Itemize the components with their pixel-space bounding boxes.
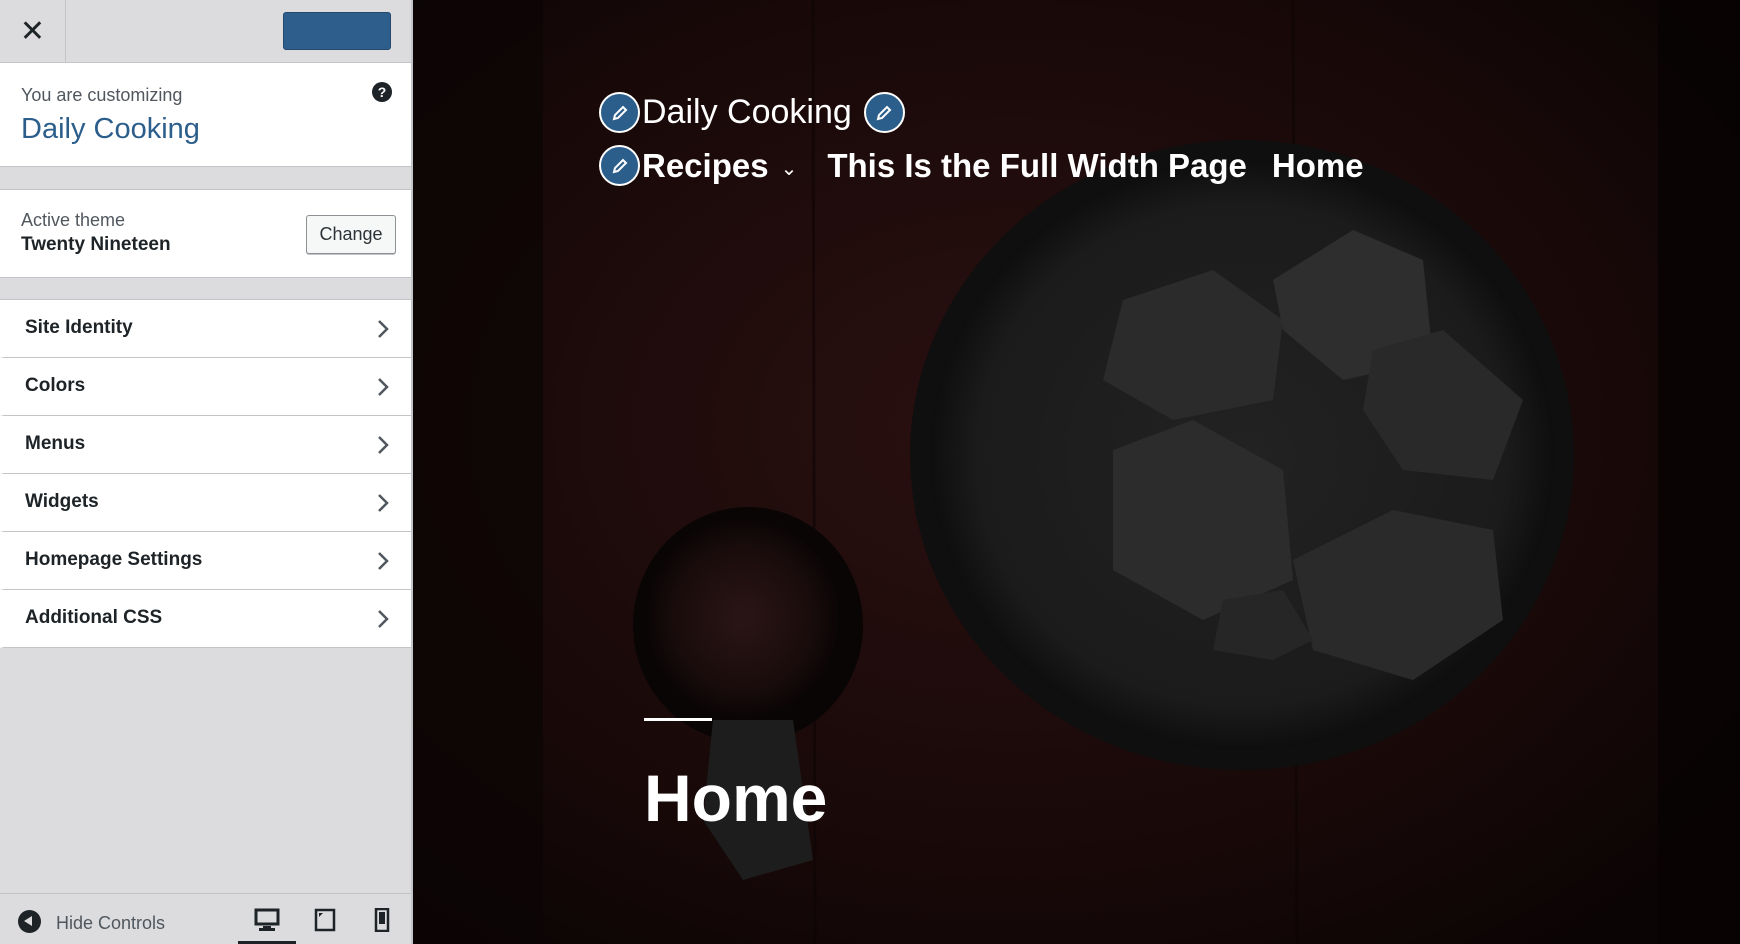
- collapse-arrow-icon: [18, 910, 41, 933]
- section-label: Colors: [25, 375, 86, 396]
- chevron-right-icon: [378, 378, 389, 396]
- edit-pencil-icon[interactable]: [599, 145, 640, 186]
- customizer-header: ✕: [0, 0, 411, 63]
- site-name: Daily Cooking: [21, 113, 200, 145]
- edit-pencil-icon[interactable]: [863, 92, 905, 133]
- chevron-right-icon: [378, 552, 389, 570]
- customizer-footer: Hide Controls: [0, 893, 411, 944]
- section-menus[interactable]: Menus: [0, 416, 411, 474]
- chevron-right-icon: [378, 610, 389, 628]
- section-colors[interactable]: Colors: [0, 358, 411, 416]
- nav-item-home[interactable]: Home: [1272, 147, 1364, 185]
- heading-divider: [644, 718, 712, 721]
- desktop-icon: [254, 908, 280, 931]
- section-label: Menus: [25, 433, 86, 454]
- hide-controls-button[interactable]: Hide Controls: [18, 909, 165, 934]
- section-additional-css[interactable]: Additional CSS: [0, 590, 411, 648]
- hide-controls-label: Hide Controls: [56, 913, 166, 933]
- site-title-link[interactable]: Daily Cooking: [642, 93, 852, 132]
- change-theme-button[interactable]: Change: [306, 215, 396, 254]
- publish-button[interactable]: [283, 12, 391, 50]
- preview-tablet-button[interactable]: [296, 906, 354, 944]
- active-theme-label: Active theme: [21, 210, 126, 230]
- primary-navigation: Recipes ⌄ This Is the Full Width Page Ho…: [599, 145, 1364, 186]
- preview-desktop-button[interactable]: [238, 906, 296, 944]
- customize-info-panel: You are customizing Daily Cooking ?: [0, 63, 411, 167]
- help-icon[interactable]: ?: [372, 82, 392, 102]
- mobile-icon: [374, 908, 390, 932]
- site-preview: Daily Cooking Recipes ⌄ This Is the Full…: [413, 0, 1740, 944]
- section-site-identity[interactable]: Site Identity: [0, 300, 411, 358]
- nav-item-full-width-page[interactable]: This Is the Full Width Page: [827, 147, 1247, 185]
- section-label: Site Identity: [25, 317, 133, 338]
- active-theme-panel: Active theme Twenty Nineteen Change: [0, 189, 411, 278]
- chevron-right-icon: [378, 320, 389, 338]
- chevron-right-icon: [378, 436, 389, 454]
- edit-pencil-icon[interactable]: [599, 92, 640, 133]
- section-label: Homepage Settings: [25, 549, 203, 570]
- section-label: Additional CSS: [25, 607, 163, 628]
- customizer-sections: Site Identity Colors Menus Widgets Homep…: [0, 299, 411, 648]
- chevron-down-icon[interactable]: ⌄: [781, 156, 798, 180]
- page-title: Home: [644, 761, 828, 835]
- section-widgets[interactable]: Widgets: [0, 474, 411, 532]
- chevron-right-icon: [378, 494, 389, 512]
- preview-mobile-button[interactable]: [353, 906, 411, 944]
- close-icon[interactable]: ✕: [0, 0, 66, 62]
- section-homepage-settings[interactable]: Homepage Settings: [0, 532, 411, 590]
- active-theme-name: Twenty Nineteen: [21, 234, 171, 255]
- section-label: Widgets: [25, 491, 99, 512]
- tablet-icon: [314, 908, 336, 932]
- hero-background-image: [413, 0, 1740, 944]
- customizing-label: You are customizing: [21, 85, 183, 105]
- nav-item-recipes[interactable]: Recipes: [642, 147, 769, 185]
- customizer-sidebar: ✕ You are customizing Daily Cooking ? Ac…: [0, 0, 413, 944]
- site-branding: Daily Cooking: [599, 92, 905, 133]
